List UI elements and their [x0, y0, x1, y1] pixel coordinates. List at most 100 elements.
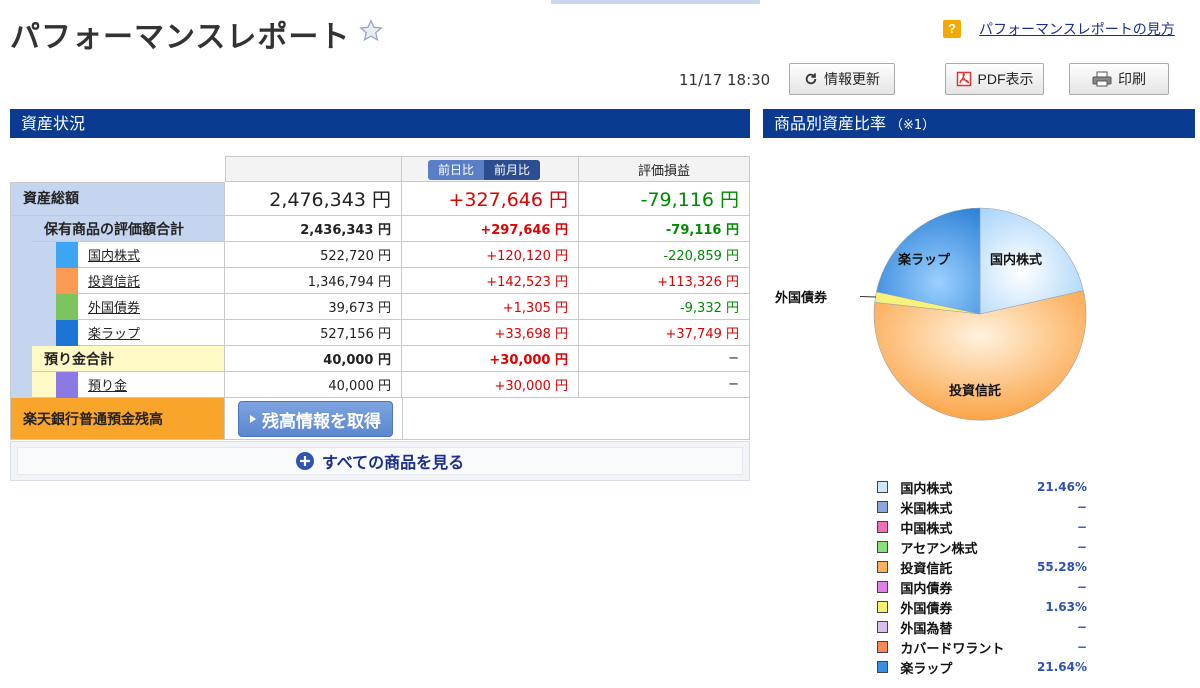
wrap-diff: +33,698 円	[402, 320, 579, 346]
legend-name: 米国株式	[900, 501, 953, 517]
legend-item: 投資信託 55.28%	[877, 557, 1087, 577]
domestic-stock-swatch	[56, 242, 78, 268]
legend-name: 外国債券	[900, 601, 953, 617]
bank-balance-label: 楽天銀行普通預金残高	[10, 398, 225, 440]
printer-icon	[1092, 71, 1112, 87]
legend-swatch	[877, 661, 889, 673]
foreign-bond-swatch	[56, 294, 78, 320]
legend-item: カバードワラント −	[877, 637, 1087, 657]
legend-value: −	[1076, 520, 1087, 534]
month-compare-tab[interactable]: 前月比	[484, 160, 541, 180]
wrap-link[interactable]: 楽ラップ	[88, 323, 140, 342]
deposit-total-label: 預り金合計	[32, 346, 225, 372]
legend-value: −	[1076, 640, 1087, 654]
holdings-total-amount: 2,436,343 円	[225, 216, 402, 242]
total-assets-amount: 2,476,343 円	[225, 182, 402, 216]
legend-item: アセアン株式 −	[877, 537, 1087, 557]
wrap-amount: 527,156 円	[225, 320, 402, 346]
fund-swatch	[56, 268, 78, 294]
deposit-diff: +30,000 円	[402, 372, 579, 398]
legend-swatch	[877, 561, 889, 573]
help-link-text[interactable]: パフォーマンスレポートの見方	[979, 19, 1175, 39]
legend-item: 外国債券 1.63%	[877, 597, 1087, 617]
legend-name: 国内債券	[900, 581, 953, 597]
legend-item: 中国株式 −	[877, 517, 1087, 537]
legend-swatch	[877, 641, 889, 653]
legend-name: カバードワラント	[900, 641, 1005, 657]
total-assets-pl: -79,116 円	[579, 182, 750, 216]
foreign-bond-leader-line	[860, 296, 877, 298]
get-balance-button[interactable]: 残高情報を取得	[238, 401, 393, 437]
legend-swatch	[877, 601, 889, 613]
wrap-pl: +37,749 円	[579, 320, 750, 346]
domestic-stock-pl: -220,859 円	[579, 242, 750, 268]
assets-section-header: 資産状況	[10, 109, 750, 138]
legend-value: 21.64%	[1037, 660, 1087, 674]
help-link[interactable]: ? パフォーマンスレポートの見方	[943, 19, 1175, 39]
favorite-star-icon[interactable]	[358, 18, 384, 44]
fund-link[interactable]: 投資信託	[88, 271, 140, 290]
refresh-button[interactable]: 情報更新	[789, 63, 895, 95]
pdf-label: PDF表示	[977, 71, 1034, 87]
domestic-stock-link[interactable]: 国内株式	[88, 245, 140, 264]
legend-name: 中国株式	[900, 521, 953, 537]
legend-swatch	[877, 501, 889, 513]
domestic-stock-amount: 522,720 円	[225, 242, 402, 268]
holdings-total-pl: -79,116 円	[579, 216, 750, 242]
print-button[interactable]: 印刷	[1069, 63, 1169, 95]
day-compare-tab[interactable]: 前日比	[428, 160, 485, 180]
all-products-link[interactable]: すべての商品を見る	[322, 449, 464, 473]
toolbar: 11/17 18:30 情報更新 PDF表示 印刷	[0, 63, 1200, 97]
arrow-right-icon	[250, 415, 256, 423]
pie-label-domestic-stock: 国内株式	[990, 253, 1043, 268]
holding-row-fund: 投資信託	[78, 268, 225, 294]
pie-label-foreign-bond: 外国債券	[775, 291, 828, 306]
refresh-label: 情報更新	[824, 71, 880, 87]
holdings-total-label: 保有商品の評価額合計	[32, 216, 225, 242]
legend-name: アセアン株式	[900, 541, 978, 557]
wrap-swatch	[56, 320, 78, 346]
total-assets-diff: +327,646 円	[402, 182, 579, 216]
pdf-button[interactable]: PDF表示	[945, 63, 1044, 95]
asset-ratio-pie-chart	[860, 207, 1087, 421]
legend-value: 21.46%	[1037, 480, 1087, 494]
legend-name: 外国為替	[900, 621, 953, 637]
legend-value: −	[1076, 580, 1087, 594]
bank-empty-cell	[402, 398, 750, 440]
domestic-stock-diff: +120,120 円	[402, 242, 579, 268]
legend-item: 米国株式 −	[877, 497, 1087, 517]
print-label: 印刷	[1118, 71, 1146, 87]
ratio-section-header: 商品別資産比率 （※1）	[763, 109, 1195, 138]
deposit-total-amount: 40,000 円	[225, 346, 402, 372]
deposit-row: 預り金	[78, 372, 225, 398]
plus-circle-icon	[295, 452, 314, 470]
pie-label-wrap: 楽ラップ	[898, 253, 951, 268]
legend-swatch	[877, 581, 889, 593]
deposit-total-diff: +30,000 円	[402, 346, 579, 372]
deposit-swatch	[56, 372, 78, 398]
top-tab-indicator	[551, 0, 760, 4]
legend-value: 55.28%	[1037, 560, 1087, 574]
holding-row-foreign-bond: 外国債券	[78, 294, 225, 320]
get-balance-label: 残高情報を取得	[262, 411, 381, 431]
foreign-bond-amount: 39,673 円	[225, 294, 402, 320]
foreign-bond-link[interactable]: 外国債券	[88, 297, 140, 316]
help-icon: ?	[943, 20, 961, 38]
foreign-bond-diff: +1,305 円	[402, 294, 579, 320]
holdings-total-diff: +297,646 円	[402, 216, 579, 242]
compare-period-toggle[interactable]: 前日比 前月比	[428, 160, 541, 180]
holding-row-wrap: 楽ラップ	[78, 320, 225, 346]
legend-name: 国内株式	[900, 481, 953, 497]
deposit-total-pl: −	[579, 346, 750, 372]
all-products-bar[interactable]: すべての商品を見る	[10, 441, 750, 481]
legend-item: 楽ラップ 21.64%	[877, 657, 1087, 677]
pdf-icon	[956, 71, 971, 87]
deposit-link[interactable]: 預り金	[88, 375, 127, 394]
header-amount-cell	[225, 156, 402, 182]
deposit-indent	[32, 372, 56, 398]
deposit-amount: 40,000 円	[225, 372, 402, 398]
deposit-pl: −	[579, 372, 750, 398]
ratio-section-note: （※1）	[890, 118, 936, 133]
page-title: パフォーマンスレポート	[10, 20, 351, 55]
legend-item: 国内債券 −	[877, 577, 1087, 597]
